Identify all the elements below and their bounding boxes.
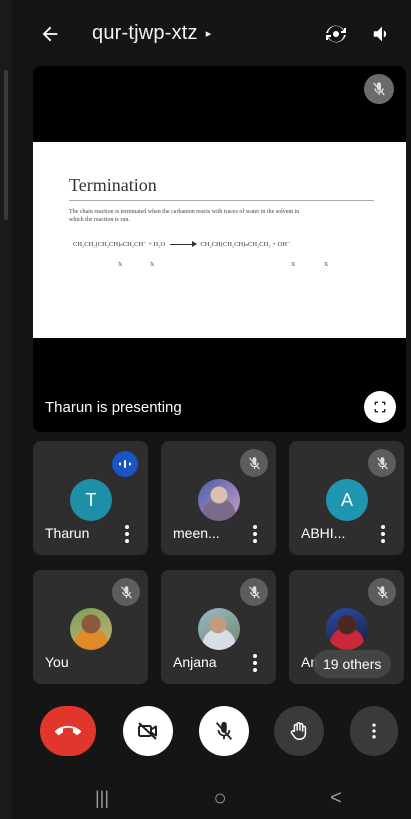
shared-slide: Termination The chain reaction is termin… bbox=[33, 142, 406, 338]
end-call-button[interactable] bbox=[40, 706, 96, 756]
avatar: A bbox=[326, 479, 368, 521]
participant-tile[interactable]: An 19 others bbox=[289, 570, 404, 684]
avatar-photo bbox=[198, 479, 240, 521]
more-options-button[interactable] bbox=[376, 523, 390, 545]
equation-left: CH₂CH₂(CH₂CH)ₙCH₂CH⁻ + H₂O bbox=[73, 241, 166, 248]
fullscreen-button[interactable] bbox=[364, 391, 396, 423]
caret-right-icon: ▸ bbox=[205, 28, 212, 40]
raise-hand-button[interactable] bbox=[274, 706, 324, 756]
participant-name: meen... bbox=[173, 525, 220, 541]
more-options-button[interactable] bbox=[350, 706, 398, 756]
end-call-icon bbox=[55, 725, 81, 736]
substituent-label: X bbox=[150, 262, 155, 268]
more-vert-icon bbox=[372, 723, 376, 739]
mic-off-icon bbox=[376, 585, 388, 599]
system-nav-bar: ||| ○ < bbox=[12, 776, 411, 819]
mic-off-badge bbox=[368, 449, 396, 477]
equation-right: CH₂CH(CH₂CH)ₙCH₂CH₂ + OH⁻ bbox=[200, 241, 291, 248]
mic-off-icon bbox=[373, 82, 385, 96]
fullscreen-icon bbox=[374, 401, 386, 413]
switch-camera-button[interactable] bbox=[322, 20, 350, 48]
avatar-photo bbox=[326, 608, 368, 650]
frame-notch bbox=[4, 70, 8, 220]
more-options-button[interactable] bbox=[248, 652, 262, 674]
meeting-code: qur-tjwp-xtz bbox=[92, 22, 198, 44]
avatar-letter: T bbox=[85, 489, 97, 510]
nav-back-button[interactable]: < bbox=[321, 786, 351, 810]
camera-toggle-button[interactable] bbox=[123, 706, 173, 756]
presenting-label: Tharun is presenting bbox=[45, 399, 182, 416]
recents-button[interactable]: ||| bbox=[87, 786, 117, 810]
slide-body-text: The chain reaction is terminated when th… bbox=[69, 209, 300, 223]
slide-equation: CH₂CH₂(CH₂CH)ₙCH₂CH⁻ + H₂O CH₂CH(CH₂CH)ₙ… bbox=[73, 240, 290, 248]
participant-name: ABHI... bbox=[301, 525, 346, 541]
meeting-title[interactable]: qur-tjwp-xtz ▸ bbox=[92, 22, 211, 45]
avatar: T bbox=[70, 479, 112, 521]
participant-tile[interactable]: T Tharun bbox=[33, 441, 148, 555]
slide-title: Termination bbox=[69, 175, 157, 195]
mic-off-badge bbox=[112, 578, 140, 606]
more-options-button[interactable] bbox=[120, 523, 134, 545]
mic-off-icon bbox=[248, 585, 260, 599]
camera-off-icon bbox=[138, 722, 157, 740]
participant-name: You bbox=[45, 654, 69, 670]
more-options-button[interactable] bbox=[248, 523, 262, 545]
mic-toggle-button[interactable] bbox=[199, 706, 249, 756]
participant-tile[interactable]: You bbox=[33, 570, 148, 684]
presenter-mic-off-badge bbox=[364, 74, 394, 104]
mic-off-badge bbox=[240, 449, 268, 477]
mic-off-badge bbox=[240, 578, 268, 606]
participant-name: Tharun bbox=[45, 525, 90, 541]
top-bar: qur-tjwp-xtz ▸ bbox=[12, 0, 411, 62]
arrow-left-icon bbox=[42, 26, 58, 42]
mic-off-badge bbox=[368, 578, 396, 606]
meet-app: qur-tjwp-xtz ▸ Termination The chain rea… bbox=[12, 0, 411, 819]
back-button[interactable] bbox=[36, 20, 64, 48]
presentation-tile[interactable]: Termination The chain reaction is termin… bbox=[33, 66, 406, 432]
avatar-photo bbox=[70, 608, 112, 650]
substituent-label: X bbox=[324, 262, 329, 268]
substituent-label: X bbox=[291, 262, 296, 268]
home-button[interactable]: ○ bbox=[205, 785, 235, 810]
mic-off-icon bbox=[248, 456, 260, 470]
participant-tile[interactable]: Anjana bbox=[161, 570, 276, 684]
device-frame-edge bbox=[0, 0, 12, 819]
participant-tile[interactable]: meen... bbox=[161, 441, 276, 555]
substituent-label: X bbox=[118, 262, 123, 268]
speaker-button[interactable] bbox=[368, 20, 396, 48]
mic-off-icon bbox=[376, 456, 388, 470]
participant-name: Anjana bbox=[173, 654, 217, 670]
speaking-indicator bbox=[112, 451, 138, 477]
raise-hand-icon bbox=[290, 722, 307, 740]
slide-divider bbox=[69, 200, 374, 201]
others-count-chip[interactable]: 19 others bbox=[313, 650, 392, 678]
speaker-icon bbox=[373, 26, 387, 42]
mic-off-icon bbox=[120, 585, 132, 599]
audio-wave-icon bbox=[119, 460, 131, 468]
avatar-photo bbox=[198, 608, 240, 650]
switch-camera-icon bbox=[326, 25, 346, 43]
avatar-letter: A bbox=[340, 489, 353, 510]
participant-tile[interactable]: A ABHI... bbox=[289, 441, 404, 555]
mic-off-icon bbox=[215, 721, 233, 740]
reaction-arrow-icon bbox=[169, 241, 197, 248]
